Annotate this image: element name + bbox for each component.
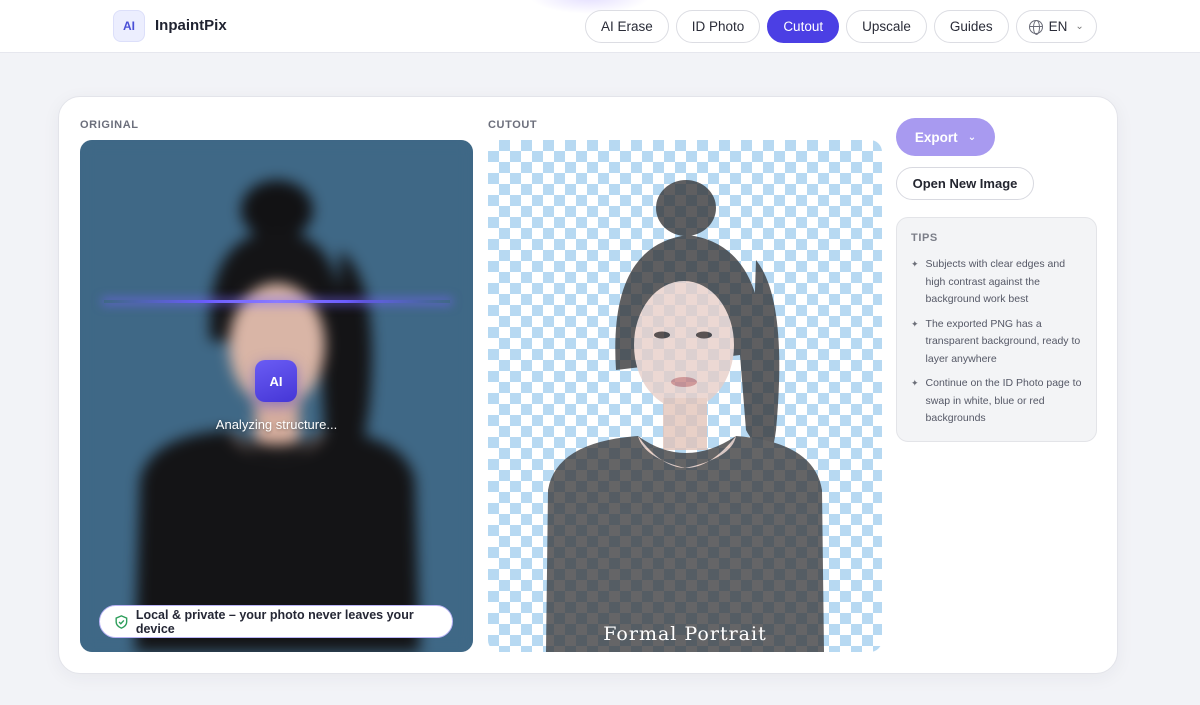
editor-card: ORIGINAL CUTOUT AI Analyzing structure..… (58, 96, 1118, 674)
chevron-down-icon: ⌄ (967, 131, 977, 143)
privacy-badge: Local & private – your photo never leave… (99, 605, 453, 638)
main-nav: AI Erase ID Photo Cutout Upscale Guides … (585, 10, 1097, 43)
cutout-portrait-image (546, 180, 824, 652)
sparkle-icon: ✦ (911, 318, 919, 329)
tip-text: Subjects with clear edges and high contr… (925, 258, 1066, 305)
nav-upscale[interactable]: Upscale (846, 10, 927, 43)
sparkle-icon: ✦ (911, 259, 919, 269)
chevron-down-icon: ⌄ (1075, 21, 1084, 32)
tips-title: TIPS (911, 232, 938, 244)
globe-icon (1028, 19, 1043, 35)
export-label: Export (914, 129, 958, 145)
image-caption: Formal Portrait (603, 623, 767, 645)
cutout-label: CUTOUT (488, 119, 538, 131)
nav-cutout[interactable]: Cutout (767, 10, 840, 43)
tip-text: The exported PNG has a transparent backg… (925, 317, 1081, 365)
original-image-panel: AI Analyzing structure... Local & privat… (80, 140, 473, 652)
tip-item: ✦ Continue on the ID Photo page to swap … (911, 375, 1082, 428)
tips-panel: TIPS ✦ Subjects with clear edges and hig… (896, 217, 1097, 442)
scan-line (104, 300, 450, 303)
logo-badge[interactable]: AI (113, 10, 145, 42)
nav-id-photo[interactable]: ID Photo (675, 10, 761, 43)
top-header: AI InpaintPix AI Erase ID Photo Cutout U… (0, 0, 1200, 53)
shield-check-icon (115, 614, 128, 629)
nav-ai-erase[interactable]: AI Erase (585, 10, 669, 43)
original-label: ORIGINAL (80, 119, 139, 131)
tip-text: Continue on the ID Photo page to swap in… (925, 377, 1082, 424)
nav-guides[interactable]: Guides (933, 10, 1009, 43)
sparkle-icon: ✦ (911, 378, 919, 388)
status-text: Analyzing structure... (215, 417, 338, 432)
language-selector[interactable]: EN ⌄ (1015, 10, 1097, 43)
export-button[interactable]: Export ⌄ (896, 118, 995, 156)
tip-item: ✦ The exported PNG has a transparent bac… (911, 316, 1082, 369)
brand-name[interactable]: InpaintPix (155, 17, 227, 34)
language-label: EN (1048, 19, 1068, 34)
privacy-text: Local & private – your photo never leave… (135, 607, 414, 636)
tip-item: ✦ Subjects with clear edges and high con… (911, 256, 1082, 309)
ai-processing-badge: AI (255, 360, 297, 402)
cutout-image-panel: Formal Portrait (488, 140, 882, 652)
open-new-image-button[interactable]: Open New Image (896, 167, 1034, 200)
